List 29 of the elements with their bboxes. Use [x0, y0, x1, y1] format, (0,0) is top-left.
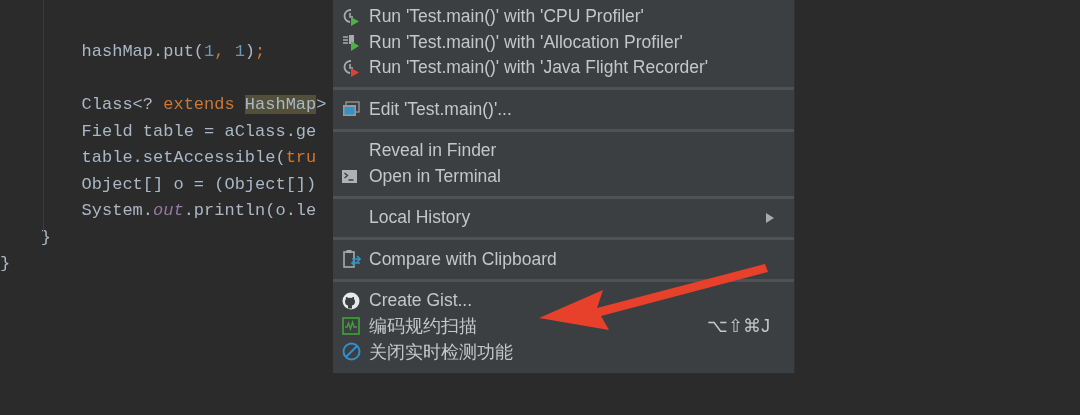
menu-item[interactable]: Create Gist...	[333, 288, 794, 314]
clipboard-compare-icon	[342, 249, 362, 270]
code-line: Object[] o = (Object[])	[80, 174, 317, 194]
code-line: table.setAccessible(tru	[80, 148, 317, 167]
menu-item[interactable]: 关闭实时检测功能	[333, 339, 794, 365]
window-icon	[342, 101, 360, 118]
code-line: }	[39, 227, 51, 247]
allocation-run-icon	[342, 33, 360, 52]
code-line: Field table = aClass.ge	[80, 121, 317, 141]
menu-item[interactable]: Edit 'Test.main()'...	[333, 96, 794, 122]
code-line: }	[0, 254, 11, 273]
menu-item[interactable]: Run 'Test.main()' with 'Allocation Profiler'	[333, 29, 794, 55]
code-line: hashMap.put(1, 1);	[80, 42, 266, 61]
menu-item[interactable]: Open in Terminal	[333, 163, 794, 189]
code-line: System.out.println(o.le	[80, 201, 317, 220]
menu-item[interactable]: Compare with Clipboard	[333, 246, 794, 272]
disabled-icon	[342, 342, 361, 362]
menu-item[interactable]: Run 'Test.main()' with 'Java Flight Recorder'	[333, 55, 794, 81]
menu-item[interactable]: Local History	[333, 205, 794, 231]
shortcut-label: ⌥⇧⌘J	[707, 315, 770, 337]
menu-item[interactable]: Run 'Test.main()' with 'CPU Profiler'	[333, 4, 794, 30]
cat-logo-icon	[342, 291, 360, 310]
profiler-run-icon	[342, 7, 360, 26]
recorder-run-icon	[342, 58, 360, 77]
waveform-icon	[342, 317, 360, 336]
terminal-icon	[342, 169, 357, 183]
menu-item[interactable]: Reveal in Finder	[333, 138, 794, 164]
menu-item[interactable]: 编码规约扫描 ⌥⇧⌘J	[333, 313, 794, 339]
code-line: Class<? extends HashMap>	[80, 95, 327, 114]
